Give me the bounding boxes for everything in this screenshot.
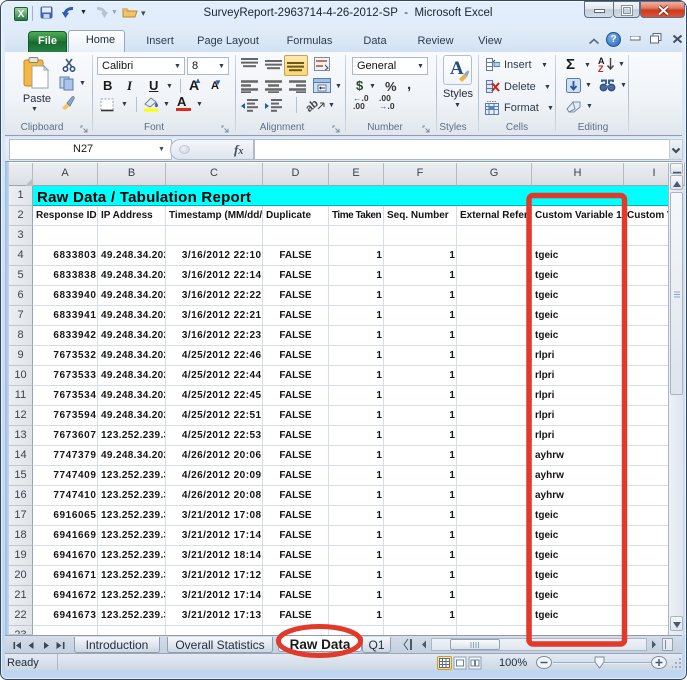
svg-text:ab: ab (305, 97, 321, 114)
svg-text:Z: Z (598, 64, 604, 72)
